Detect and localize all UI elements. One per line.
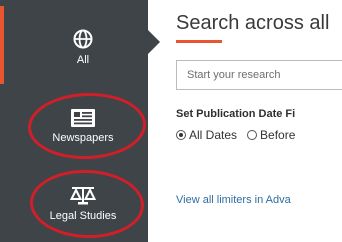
sidebar: All Newspapers Legal Studies	[0, 0, 148, 242]
advanced-search-link[interactable]: View all limiters in Adva	[176, 194, 291, 206]
date-filter-heading: Set Publication Date Fi	[176, 108, 296, 120]
app-window: All Newspapers Legal Studies Search acro…	[0, 0, 342, 242]
newspaper-icon	[70, 108, 96, 128]
sidebar-item-legal-studies[interactable]: Legal Studies	[22, 186, 144, 222]
main-content: Search across all Set Publication Date F…	[162, 0, 342, 242]
radio-label: All Dates	[189, 128, 238, 142]
active-pointer	[148, 30, 160, 54]
sidebar-item-label: All	[76, 54, 90, 66]
radio-label: Before	[260, 128, 296, 142]
sidebar-item-label: Legal Studies	[49, 210, 117, 222]
sidebar-item-label: Newspapers	[52, 132, 114, 144]
sidebar-item-newspapers[interactable]: Newspapers	[22, 108, 144, 144]
page-title: Search across all	[176, 12, 330, 34]
globe-icon	[72, 28, 94, 50]
sidebar-item-all[interactable]: All	[22, 28, 144, 66]
title-underline	[176, 40, 222, 43]
radio-before[interactable]: Before	[247, 128, 295, 142]
search-input[interactable]	[176, 60, 342, 90]
radio-button[interactable]	[176, 130, 186, 140]
radio-all-dates[interactable]: All Dates	[176, 128, 237, 142]
date-filter-options: All Dates Before	[176, 128, 305, 142]
active-indicator	[0, 6, 4, 84]
radio-button[interactable]	[247, 130, 258, 140]
scales-icon	[70, 186, 96, 206]
